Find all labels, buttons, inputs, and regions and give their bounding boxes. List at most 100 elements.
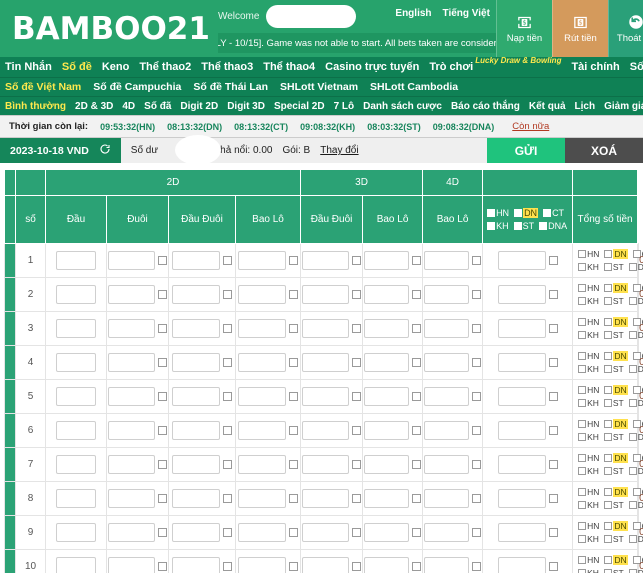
- checkbox-hn-icon[interactable]: [578, 250, 587, 258]
- cell-2d-bao-lo[interactable]: [300, 481, 364, 516]
- cell-so[interactable]: [45, 481, 107, 516]
- checkbox-4d-bao-lo-icon[interactable]: [548, 290, 558, 299]
- input-3d-bao-lo[interactable]: [424, 523, 470, 542]
- checkbox-3d-dau-duoi-icon[interactable]: [412, 562, 422, 571]
- checkbox-2d-duoi-icon[interactable]: [223, 256, 232, 265]
- checkbox-2d-dau-duoi-icon[interactable]: [289, 256, 299, 265]
- checkbox-3d-dau-duoi-icon[interactable]: [412, 494, 422, 503]
- cell-3d-dau-duoi[interactable]: [362, 447, 424, 482]
- input-2d-dau[interactable]: [108, 421, 156, 440]
- checkbox-3d-dau-duoi-icon[interactable]: [412, 290, 422, 299]
- row-market-kh[interactable]: KH: [578, 364, 599, 374]
- row-market-dn[interactable]: DN: [604, 453, 628, 463]
- withdraw-button[interactable]: $ Rút tiền: [551, 0, 608, 57]
- cell-3d-bao-lo[interactable]: [422, 481, 484, 516]
- cell-2d-dau-duoi[interactable]: [234, 243, 302, 278]
- input-so[interactable]: [56, 353, 96, 372]
- cell-3d-dau-duoi[interactable]: [362, 277, 424, 312]
- nav3-item-bao-cao-thang[interactable]: Báo cáo thắng: [451, 101, 520, 112]
- input-4d-bao-lo[interactable]: [497, 251, 546, 270]
- clear-button[interactable]: XOÁ: [565, 138, 643, 163]
- cell-markets[interactable]: HNDNCTKHSTDNA: [572, 515, 643, 550]
- checkbox-3d-dau-duoi-icon[interactable]: [412, 426, 422, 435]
- row-market-hn[interactable]: HN: [578, 283, 599, 293]
- cell-4d-bao-lo[interactable]: [482, 481, 574, 516]
- checkbox-3d-bao-lo-icon[interactable]: [472, 256, 482, 265]
- cell-3d-dau-duoi[interactable]: [362, 549, 424, 573]
- cell-2d-bao-lo[interactable]: [300, 549, 364, 573]
- cell-3d-dau-duoi[interactable]: [362, 379, 424, 414]
- checkbox-st-icon[interactable]: [603, 263, 612, 271]
- input-2d-dau-duoi[interactable]: [238, 285, 287, 304]
- cell-3d-dau-duoi[interactable]: [362, 345, 424, 380]
- checkbox-4d-bao-lo-icon[interactable]: [548, 562, 558, 571]
- checkbox-dna-icon[interactable]: [628, 399, 637, 407]
- input-4d-bao-lo[interactable]: [497, 421, 546, 440]
- header-market-dna[interactable]: DNA: [539, 221, 567, 231]
- checkbox-2d-duoi-icon[interactable]: [223, 290, 232, 299]
- cell-so[interactable]: [45, 447, 107, 482]
- input-2d-bao-lo[interactable]: [302, 251, 350, 270]
- input-2d-dau[interactable]: [108, 455, 156, 474]
- nav3-item-4d[interactable]: 4D: [122, 101, 135, 112]
- nav-item-tin-nhan[interactable]: Tin Nhắn: [5, 61, 52, 73]
- input-2d-dau[interactable]: [108, 387, 156, 406]
- row-market-st[interactable]: ST: [603, 466, 624, 476]
- input-3d-bao-lo[interactable]: [424, 455, 470, 474]
- checkbox-dna-icon[interactable]: [628, 433, 637, 441]
- checkbox-2d-duoi-icon[interactable]: [223, 528, 232, 537]
- cell-2d-bao-lo[interactable]: [300, 277, 364, 312]
- checkbox-2d-dau-duoi-icon[interactable]: [289, 426, 299, 435]
- input-3d-bao-lo[interactable]: [424, 489, 470, 508]
- cell-so[interactable]: [45, 549, 107, 573]
- input-2d-dau[interactable]: [108, 523, 156, 542]
- checkbox-hn-icon[interactable]: [578, 454, 587, 462]
- input-3d-bao-lo[interactable]: [424, 353, 470, 372]
- cell-2d-dau[interactable]: [106, 515, 169, 550]
- input-so[interactable]: [56, 319, 96, 338]
- nav3-item-danh-sach-cuoc[interactable]: Danh sách cược: [363, 101, 442, 112]
- input-3d-bao-lo[interactable]: [424, 387, 470, 406]
- checkbox-dna-icon[interactable]: [628, 467, 637, 475]
- nav2-item-so-de-viet-nam[interactable]: Số đề Việt Nam: [5, 81, 81, 93]
- nav2-item-so-de-thai-lan[interactable]: Số đề Thái Lan: [193, 81, 268, 93]
- cell-markets[interactable]: HNDNCTKHSTDNA: [572, 447, 643, 482]
- row-market-kh[interactable]: KH: [578, 262, 599, 272]
- cell-3d-bao-lo[interactable]: [422, 311, 484, 346]
- cell-3d-bao-lo[interactable]: [422, 345, 484, 380]
- input-3d-dau-duoi[interactable]: [364, 319, 410, 338]
- cell-4d-bao-lo[interactable]: [482, 243, 574, 278]
- checkbox-4d-bao-lo-icon[interactable]: [548, 358, 558, 367]
- checkbox-2d-dau-icon[interactable]: [158, 358, 167, 367]
- nav-item-tro-choi[interactable]: Trò chơi: [429, 61, 473, 73]
- checkbox-3d-bao-lo-icon[interactable]: [472, 562, 482, 571]
- cell-2d-duoi[interactable]: [168, 549, 236, 573]
- nav3-item-binh-thuong[interactable]: Bình thường: [5, 101, 66, 112]
- input-3d-dau-duoi[interactable]: [364, 557, 410, 573]
- checkbox-4d-bao-lo-icon[interactable]: [548, 392, 558, 401]
- input-2d-dau-duoi[interactable]: [238, 421, 287, 440]
- input-2d-dau-duoi[interactable]: [238, 319, 287, 338]
- header-market-dn[interactable]: DN: [514, 208, 539, 218]
- checkbox-dna-icon[interactable]: [539, 222, 548, 230]
- input-3d-dau-duoi[interactable]: [364, 387, 410, 406]
- checkbox-dna-icon[interactable]: [628, 569, 637, 573]
- input-2d-bao-lo[interactable]: [302, 285, 350, 304]
- input-4d-bao-lo[interactable]: [497, 455, 546, 474]
- input-2d-duoi[interactable]: [172, 421, 220, 440]
- cell-2d-dau[interactable]: [106, 243, 169, 278]
- checkbox-dn-icon[interactable]: [604, 522, 613, 530]
- cell-2d-dau[interactable]: [106, 311, 169, 346]
- row-market-kh[interactable]: KH: [578, 534, 599, 544]
- cell-so[interactable]: [45, 311, 107, 346]
- checkbox-3d-bao-lo-icon[interactable]: [472, 358, 482, 367]
- row-market-dn[interactable]: DN: [604, 419, 628, 429]
- checkbox-hn-icon[interactable]: [578, 556, 587, 564]
- checkbox-2d-dau-duoi-icon[interactable]: [289, 494, 299, 503]
- cell-markets[interactable]: HNDNCTKHSTDNA: [572, 277, 643, 312]
- checkbox-kh-icon[interactable]: [578, 569, 587, 573]
- checkbox-2d-bao-lo-icon[interactable]: [352, 324, 362, 333]
- row-market-hn[interactable]: HN: [578, 351, 599, 361]
- row-market-dn[interactable]: DN: [604, 283, 628, 293]
- row-market-hn[interactable]: HN: [578, 419, 599, 429]
